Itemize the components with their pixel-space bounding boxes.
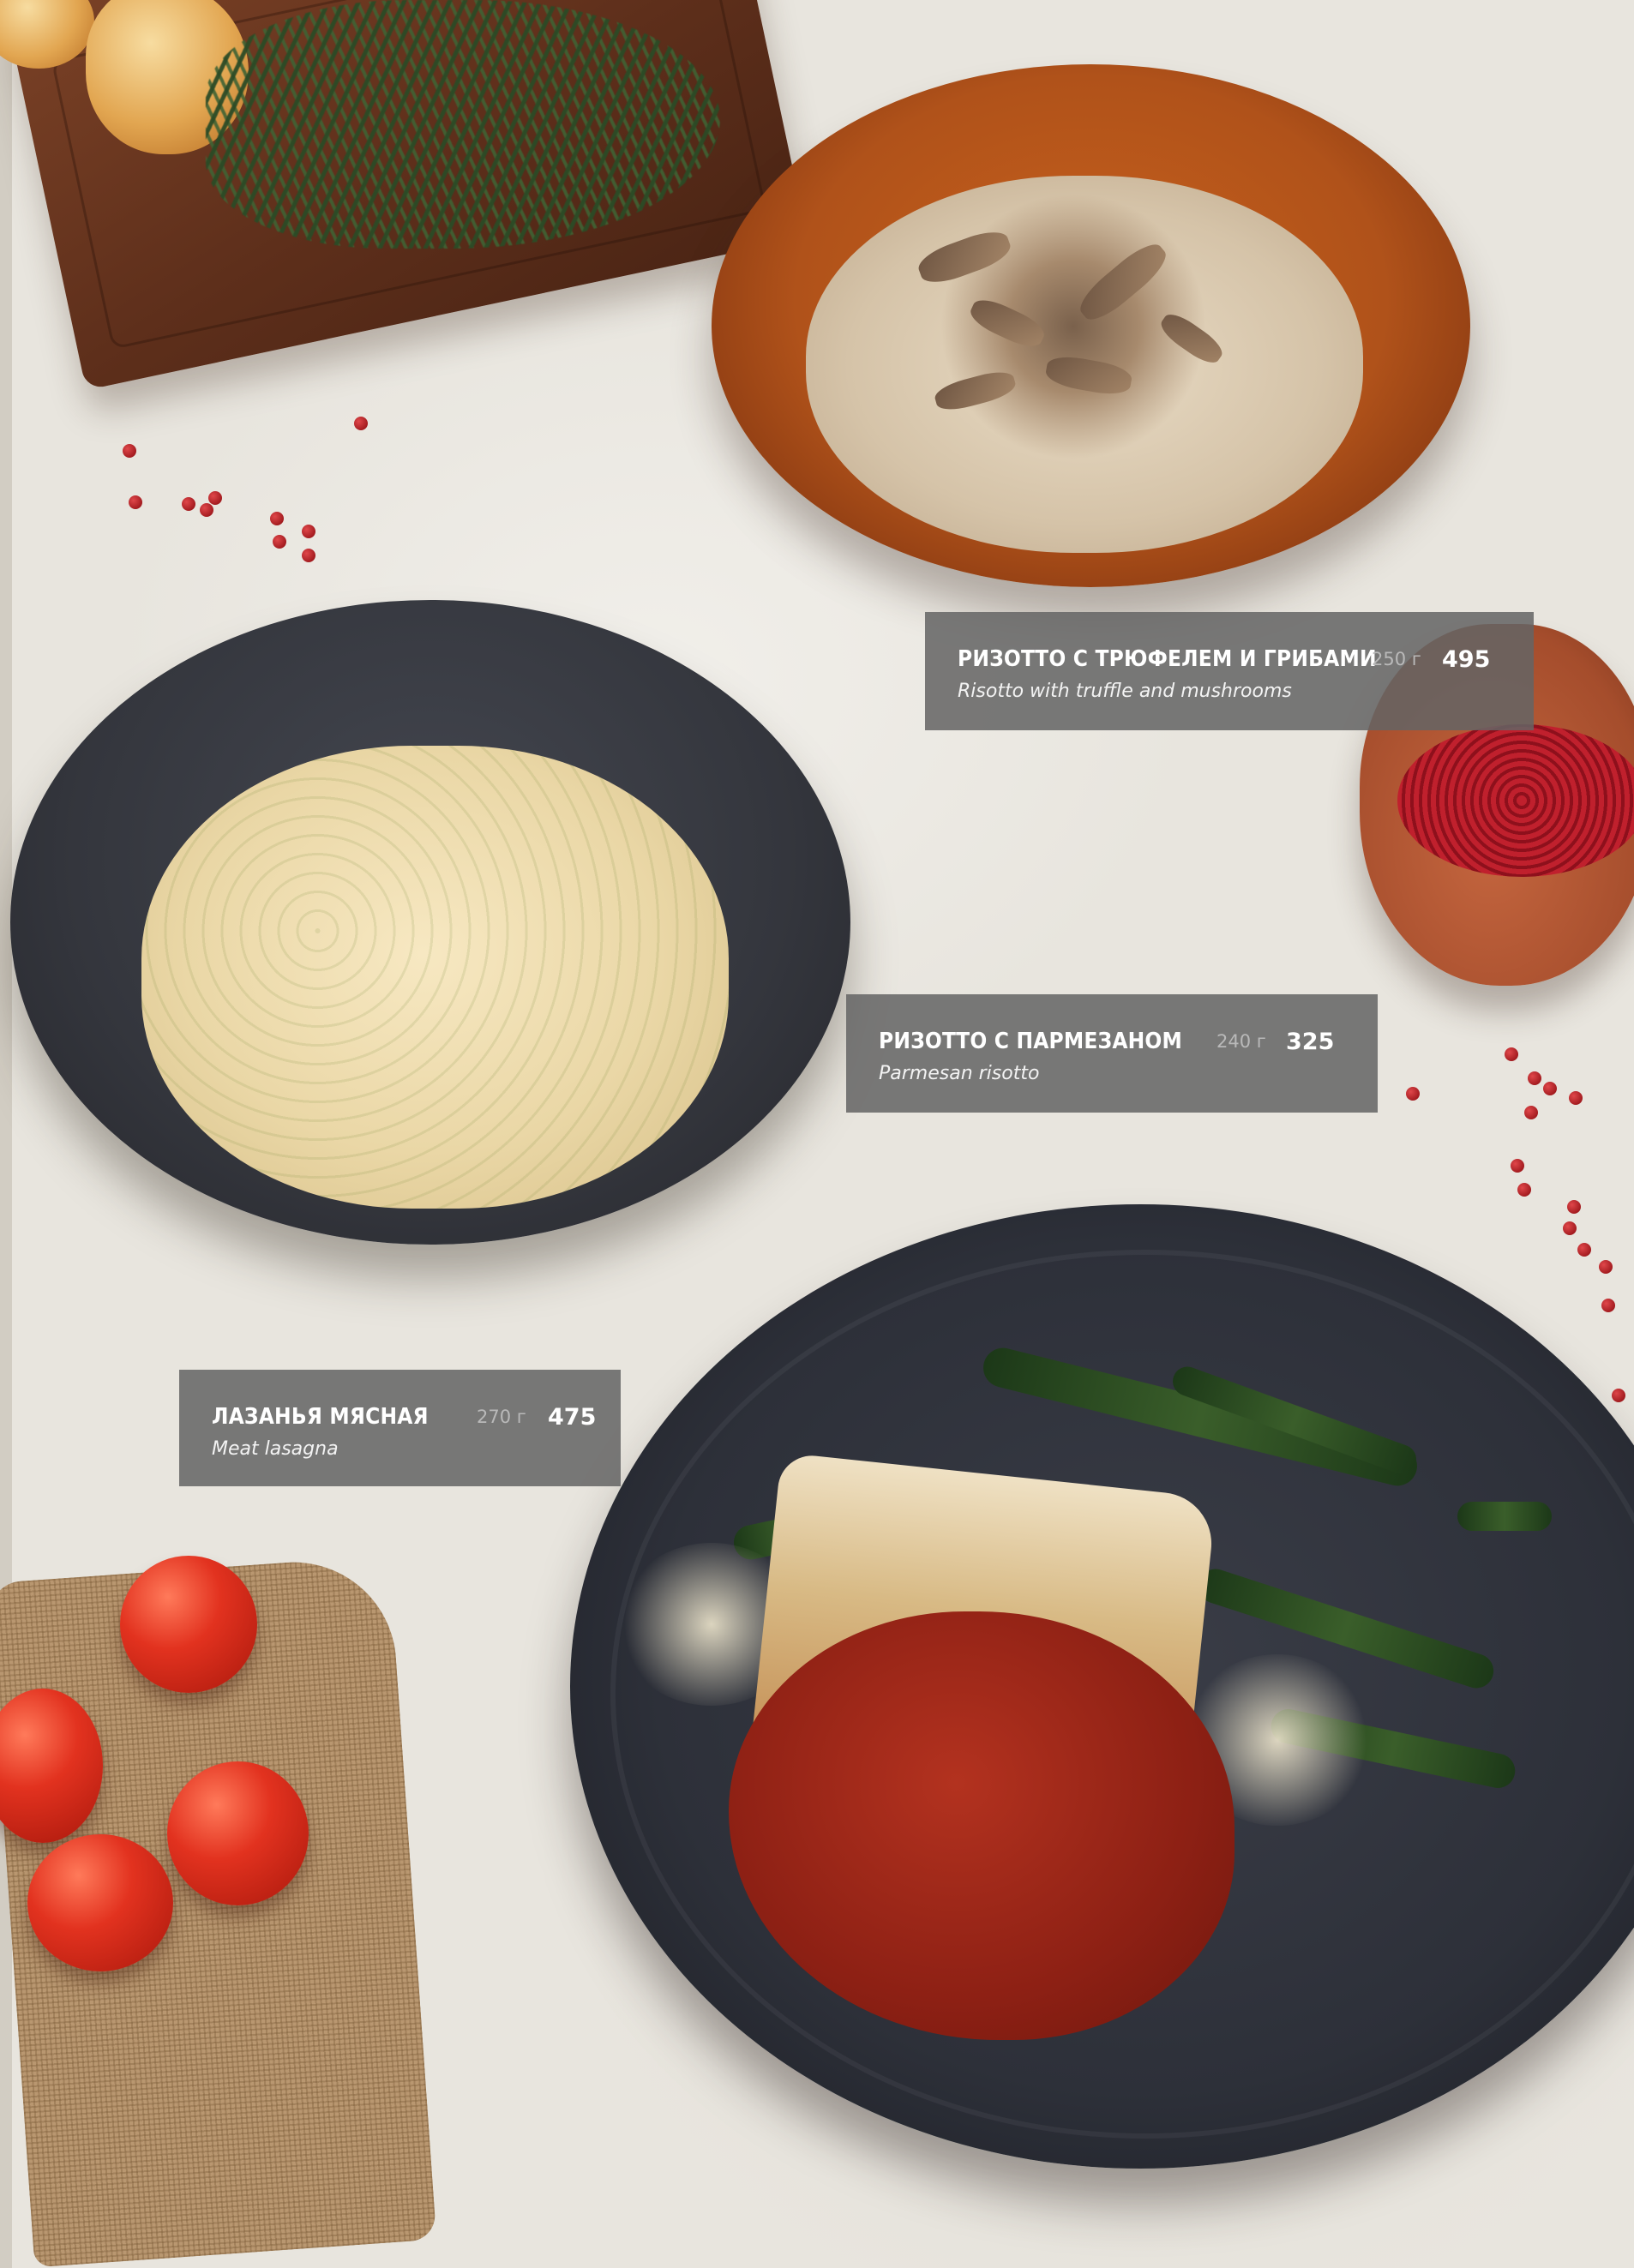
dish-price: 325 — [1286, 1029, 1335, 1055]
dish-price: 475 — [548, 1404, 597, 1431]
parmesan-risotto — [141, 746, 729, 1209]
dish-weight: 270 г — [477, 1407, 526, 1427]
dish-name-ru: ЛАЗАНЬЯ МЯСНАЯ — [212, 1404, 429, 1430]
dish-name-en: Parmesan risotto — [879, 1063, 1040, 1084]
dish-price: 495 — [1442, 646, 1491, 673]
menu-label-truffle-risotto: РИЗОТТО С ТРЮФЕЛЕМ И ГРИБАМИ 250 г 495 R… — [925, 612, 1534, 730]
dish-name-en: Risotto with truffle and mushrooms — [958, 681, 1292, 702]
cherry-tomato — [167, 1761, 309, 1905]
dish-name-en: Meat lasagna — [212, 1438, 339, 1460]
pink-pepper-pile — [1397, 724, 1634, 877]
menu-page: РИЗОТТО С ТРЮФЕЛЕМ И ГРИБАМИ 250 г 495 R… — [0, 0, 1634, 2268]
dish-weight: 240 г — [1216, 1031, 1266, 1052]
dish-name-ru: РИЗОТТО С ТРЮФЕЛЕМ И ГРИБАМИ — [958, 646, 1377, 672]
pesto-drizzle — [1457, 1502, 1552, 1531]
menu-label-parmesan-risotto: РИЗОТТО С ПАРМЕЗАНОМ 240 г 325 Parmesan … — [846, 994, 1378, 1113]
dish-name-ru: РИЗОТТО С ПАРМЕЗАНОМ — [879, 1029, 1182, 1054]
menu-label-meat-lasagna: ЛАЗАНЬЯ МЯСНАЯ 270 г 475 Meat lasagna — [179, 1370, 621, 1486]
cherry-tomato — [120, 1556, 257, 1693]
dish-weight: 250 г — [1372, 649, 1421, 669]
cherry-tomato — [27, 1834, 173, 1971]
